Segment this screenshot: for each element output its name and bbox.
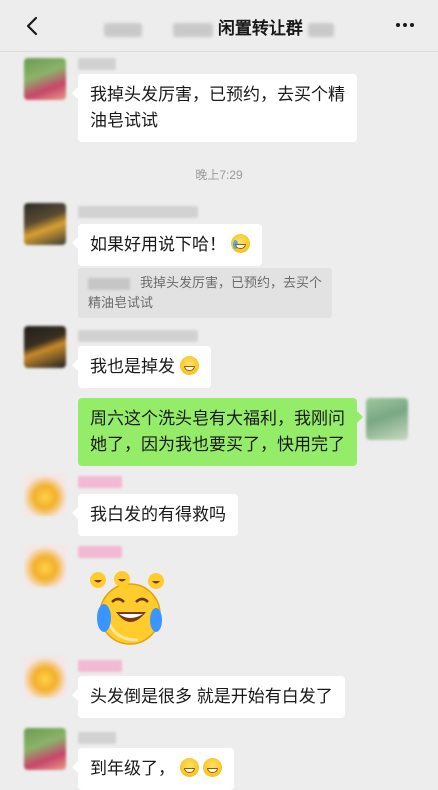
chat-header: 闲置转让群 [0,0,438,52]
sender-name [78,330,198,342]
avatar[interactable] [24,203,66,245]
message-bubble[interactable]: 我也是掉发 [72,346,211,388]
message-bubble[interactable]: 到年级了， [71,748,235,790]
message-text: 如果好用说下哈！ [90,235,226,254]
quote-text: 精油皂试试 [88,295,154,310]
crying-laughing-emoji [230,234,250,253]
sender-name [78,546,122,558]
message-text: 我也是掉发 [90,357,175,376]
message-text: 到年级了， [90,759,175,778]
sender-name [78,476,122,488]
avatar[interactable] [24,58,66,100]
message-text: 我白发的有得救吗 [90,505,226,524]
blurred-text [173,22,214,37]
crying-laughing-sticker[interactable] [86,570,170,646]
sender-name [78,206,198,218]
avatar[interactable] [24,474,66,516]
message-text: 她了，因为我也要买了，快用完了 [90,435,345,454]
timestamp: 晚上7:29 [195,168,243,182]
chat-title-area: 闲置转让群 [60,14,378,39]
message-text: 我掉头发厉害，已预约，去买个精 [90,85,345,104]
blurred-text [307,22,334,37]
message-text: 油皂试试 [90,111,158,130]
sender-name [78,660,122,672]
message-bubble[interactable]: 如果好用说下哈！ [72,224,262,266]
chat-title: 闲置转让群 [217,19,303,38]
message-text: 头发倒是很多 就是开始有白发了 [90,687,333,706]
sender-name [78,58,116,70]
avatar[interactable] [24,326,66,368]
more-dots-icon[interactable] [394,14,416,36]
sender-name [78,732,116,744]
blurred-text [104,22,143,37]
quote-text: 我掉头发厉害，已预约，去买个 [140,275,323,290]
blurred-text [88,277,130,290]
grinning-emoji [203,758,223,777]
message-bubble[interactable]: 周六这个洗头皂有大福利，我刚问 她了，因为我也要买了，快用完了 [78,398,363,466]
message-bubble[interactable]: 头发倒是很多 就是开始有白发了 [72,676,345,718]
avatar[interactable] [24,728,66,770]
avatar[interactable] [366,398,408,440]
message-text: 周六这个洗头皂有大福利，我刚问 [90,409,345,428]
grinning-emoji [179,758,199,777]
message-bubble[interactable]: 我白发的有得救吗 [72,494,238,536]
grinning-emoji [179,356,199,375]
avatar[interactable] [24,656,66,698]
message-bubble[interactable]: 我掉头发厉害，已预约，去买个精 油皂试试 [72,74,357,142]
chevron-left-icon[interactable] [22,15,44,37]
quoted-message[interactable]: 我掉头发厉害，已预约，去买个 精油皂试试 [78,268,333,318]
avatar[interactable] [24,545,66,587]
